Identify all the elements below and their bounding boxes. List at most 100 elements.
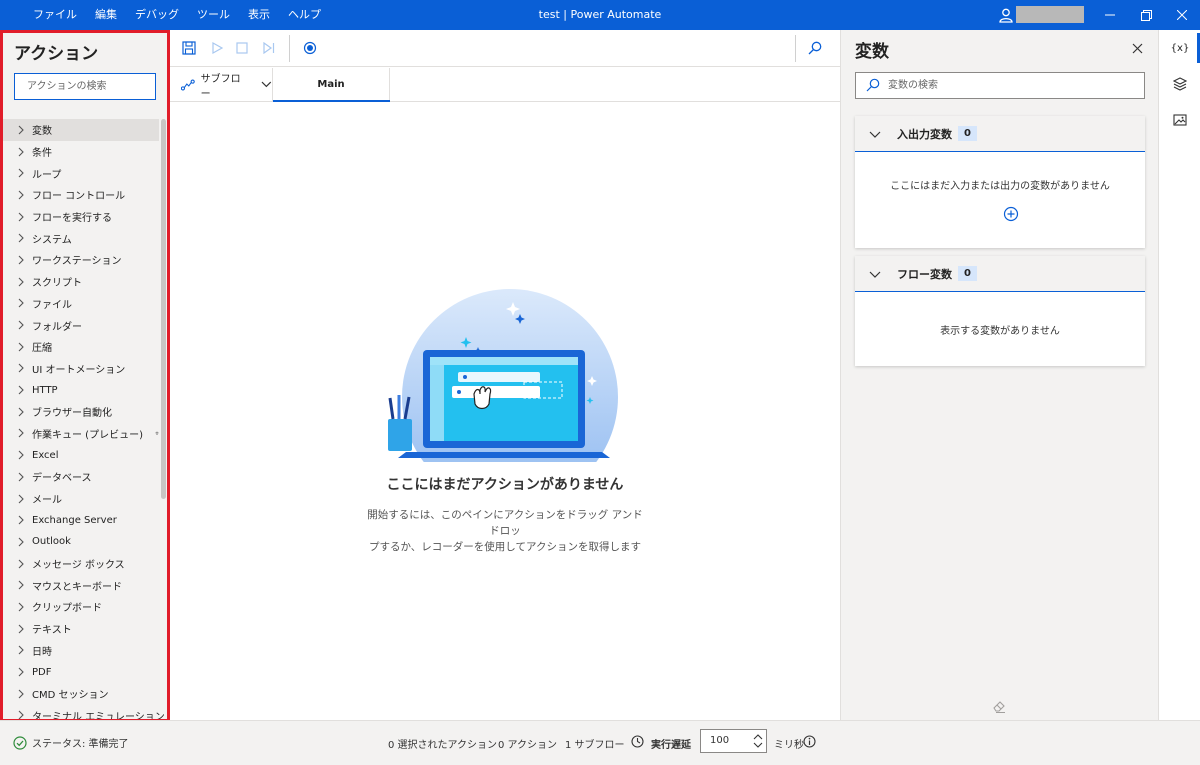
action-category[interactable]: 日時 [3,640,159,662]
action-category[interactable]: ブラウザー自動化 [3,401,159,423]
step-next-button[interactable] [260,39,278,57]
subflow-icon [181,79,195,90]
action-category[interactable]: 変数 [3,119,159,141]
variables-rail-button[interactable]: {x} [1159,30,1200,66]
chevron-right-icon [18,429,24,438]
action-category[interactable]: HTTP [3,379,159,401]
chevron-right-icon [18,494,24,503]
menu-file[interactable]: ファイル [24,0,86,30]
chevron-right-icon [18,125,24,135]
variables-pane-title: 変数 [855,42,889,62]
chevron-down-icon [869,131,881,138]
action-category-list: 変数 条件 ループ フロー コントロールフローを実行するシステム ワークステーション スク… [3,119,165,719]
chevron-right-icon [18,711,24,719]
chevron-right-icon [18,320,24,330]
ui-elements-rail-button[interactable] [1159,66,1200,102]
action-category[interactable]: テキスト [3,618,159,640]
flow-designer-canvas[interactable]: ここにはまだアクションがありません 開始するには、このペインにアクションをドラッ… [170,102,840,720]
action-category[interactable]: マウスとキーボード [3,574,159,596]
flow-variables-header[interactable]: フロー変数 0 [855,256,1145,292]
minimize-button[interactable] [1092,0,1128,30]
user-icon [999,8,1013,23]
run-button[interactable] [208,39,226,57]
variable-search-box[interactable] [855,72,1145,99]
premium-diamond-icon [155,431,159,436]
actions-scrollbar[interactable] [161,119,166,499]
action-category[interactable]: クリップボード [3,596,159,618]
chevron-right-icon [18,689,24,699]
action-category[interactable]: Exchange Server [3,509,159,531]
action-category[interactable]: UI オートメーション [3,358,159,380]
account-area[interactable] [998,6,1084,23]
stop-button[interactable] [233,39,251,57]
record-button[interactable] [301,39,319,57]
action-category[interactable]: メール [3,488,159,510]
action-category[interactable]: ファイル [3,293,159,315]
spinner-icon[interactable] [753,732,763,750]
actions-pane: アクション 変数条件ループフロー コントロールフローを実行するシステムワークステ… [0,30,170,722]
restore-icon [1140,9,1152,21]
action-category[interactable]: スクリプト [3,271,159,293]
add-variable-icon[interactable] [1003,206,1019,222]
run-delay-label: 実行遅延 [651,740,691,751]
save-button[interactable] [180,39,198,57]
subflow-dropdown[interactable]: サブフロー [170,68,273,101]
search-actions-button[interactable] [806,39,824,57]
run-delay-input[interactable]: 100 [700,729,767,753]
io-variables-empty-text: ここにはまだ入力または出力の変数がありません [890,181,1110,192]
search-icon [866,78,880,92]
action-category[interactable]: 圧縮 [3,336,159,358]
action-category-label: フローを実行する [32,213,112,225]
menu-help[interactable]: ヘルプ [279,0,330,30]
images-rail-button[interactable] [1159,102,1200,138]
menu-tools[interactable]: ツール [188,0,239,30]
action-category[interactable]: ワークステーション [3,249,159,271]
action-category[interactable]: Excel [3,444,159,466]
action-category[interactable]: フロー コントロール [3,184,159,206]
play-icon [212,42,223,54]
menu-debug[interactable]: デバッグ [126,0,188,30]
flow-variables-count: 0 [958,266,977,281]
designer-toolbar [170,30,840,67]
action-category[interactable]: CMD セッション [3,683,159,705]
action-category[interactable]: フローを実行する [3,206,159,228]
action-category[interactable]: ループ [3,162,159,184]
chevron-right-icon [18,147,24,156]
menu-view[interactable]: 表示 [239,0,279,30]
action-category-label: UI オートメーション [32,364,126,376]
tab-main[interactable]: Main [273,68,390,102]
menu-edit[interactable]: 編集 [86,0,126,30]
variables-pane: 変数 入出力変数 0 ここにはまだ入力または出力の変数がありません フロー変数 … [840,30,1158,720]
actions-pane-title: アクション [14,44,99,64]
action-category-label: メール [32,495,62,507]
action-category[interactable]: PDF [3,661,159,683]
action-category[interactable]: 作業キュー (プレビュー) [3,423,159,445]
empty-state-title: ここにはまだアクションがありません [386,477,624,493]
io-variables-section: 入出力変数 0 ここにはまだ入力または出力の変数がありません [855,116,1145,248]
empty-state-description: 開始するには、このペインにアクションをドラッグ アンド ドロッ プするか、レコー… [365,507,645,555]
eraser-icon[interactable] [991,698,1007,714]
action-category[interactable]: フォルダー [3,314,159,336]
io-variables-header[interactable]: 入出力変数 0 [855,116,1145,152]
action-category-label: ブラウザー自動化 [32,408,112,420]
action-category-label: データベース [32,473,92,485]
chevron-right-icon [18,559,24,568]
chevron-right-icon [18,168,24,178]
action-category[interactable]: 条件 [3,141,159,163]
action-category-label: Outlook [32,536,71,548]
close-variables-pane-button[interactable] [1129,40,1145,56]
action-category[interactable]: システム [3,227,159,249]
check-circle-icon [13,735,27,750]
close-window-button[interactable] [1164,0,1200,30]
info-icon[interactable] [803,735,816,748]
action-category[interactable]: メッセージ ボックス [3,553,159,575]
run-delay-value: 100 [710,735,730,746]
variable-search-input[interactable] [888,73,1138,98]
action-search-input[interactable] [14,73,156,100]
subflow-tab-bar: サブフロー Main [170,68,840,102]
restore-button[interactable] [1128,0,1164,30]
action-category[interactable]: Outlook [3,531,159,553]
image-icon [1173,114,1187,126]
action-category[interactable]: データベース [3,466,159,488]
empty-state-illustration [388,289,618,462]
